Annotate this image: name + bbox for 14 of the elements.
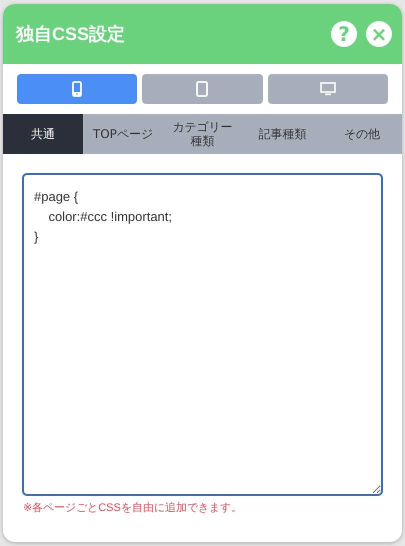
tablet-icon — [196, 81, 208, 97]
tab[interactable]: 共通 — [3, 114, 83, 154]
note-text: ※各ページごとCSSを自由に追加できます。 — [22, 501, 243, 515]
phone-icon — [72, 81, 82, 97]
device-button[interactable] — [142, 74, 263, 104]
device-button[interactable] — [17, 74, 138, 104]
monitor-icon — [320, 82, 336, 96]
tab[interactable]: カテゴリー種類 — [162, 114, 242, 154]
device-button[interactable] — [268, 74, 388, 104]
tab[interactable]: TOPページ — [83, 114, 163, 154]
dialog-title: 独自CSS設定 — [16, 23, 126, 46]
css-editor-field[interactable]: #page { color:#ccc !important; } — [22, 173, 383, 496]
tab[interactable]: 記事種類 — [242, 114, 322, 154]
tab[interactable]: その他 — [322, 114, 402, 154]
